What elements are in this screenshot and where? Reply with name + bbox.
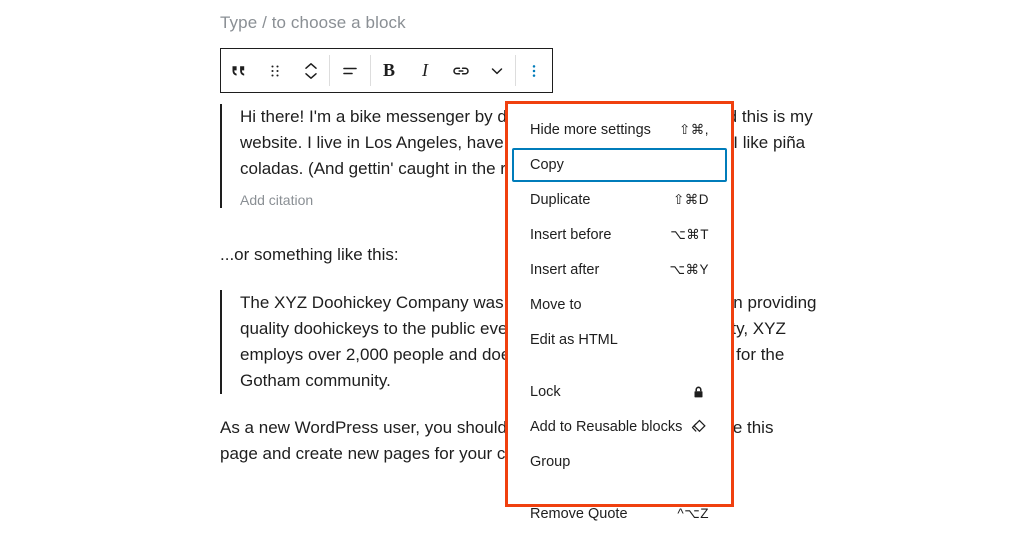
menu-item-duplicate[interactable]: Duplicate ⇧⌘D <box>512 183 727 217</box>
menu-item-label: Copy <box>530 157 564 173</box>
toolbar-group-options <box>516 49 552 92</box>
block-toolbar: B I <box>220 48 553 93</box>
menu-item-insert-before[interactable]: Insert before ⌥⌘T <box>512 218 727 252</box>
menu-item-label: Hide more settings <box>530 122 651 138</box>
menu-item-move-to[interactable]: Move to <box>512 288 727 322</box>
bold-icon[interactable]: B <box>371 49 407 92</box>
menu-item-copy[interactable]: Copy <box>512 148 727 182</box>
menu-section-3: Remove Quote ^⌥Z <box>508 492 731 536</box>
toolbar-group-format: B I <box>371 49 515 92</box>
menu-item-label: Edit as HTML <box>530 332 618 348</box>
block-placeholder[interactable]: Type / to choose a block <box>220 0 820 34</box>
menu-item-shortcut: ⌥⌘Y <box>669 262 709 277</box>
link-icon[interactable] <box>443 49 479 92</box>
menu-item-shortcut: ⌥⌘T <box>670 227 709 242</box>
toolbar-group-align <box>330 49 370 92</box>
menu-item-label: Remove Quote <box>530 506 628 522</box>
block-options-menu: Hide more settings ⇧⌘, Copy Duplicate ⇧⌘… <box>508 104 731 522</box>
italic-icon[interactable]: I <box>407 49 443 92</box>
three-dots-vertical-icon[interactable] <box>516 49 552 92</box>
lock-icon <box>687 384 709 401</box>
chevron-up-down-icon[interactable] <box>293 49 329 92</box>
menu-item-group[interactable]: Group <box>512 445 727 479</box>
drag-handle-icon[interactable] <box>257 49 293 92</box>
editor-canvas: Type / to choose a block B I Hi there! I… <box>0 0 1024 524</box>
quote-icon[interactable] <box>221 49 257 92</box>
reusable-block-icon <box>687 418 709 437</box>
menu-item-shortcut: ⇧⌘, <box>678 122 709 137</box>
menu-item-label: Move to <box>530 297 582 313</box>
menu-section-2: Lock Add to Reusable blocks Group <box>508 370 731 484</box>
menu-section-1: Hide more settings ⇧⌘, Copy Duplicate ⇧⌘… <box>508 108 731 362</box>
menu-item-label: Duplicate <box>530 192 591 208</box>
menu-item-lock[interactable]: Lock <box>512 375 727 409</box>
menu-item-label: Group <box>530 454 571 470</box>
editor-column: Type / to choose a block <box>220 0 820 34</box>
menu-item-shortcut: ^⌥Z <box>677 506 709 521</box>
menu-item-remove-quote[interactable]: Remove Quote ^⌥Z <box>512 497 727 531</box>
menu-item-label: Insert before <box>530 227 612 243</box>
menu-item-add-to-reusable-blocks[interactable]: Add to Reusable blocks <box>512 410 727 444</box>
menu-item-edit-as-html[interactable]: Edit as HTML <box>512 323 727 357</box>
align-icon[interactable] <box>330 49 370 92</box>
menu-item-hide-more-settings[interactable]: Hide more settings ⇧⌘, <box>512 113 727 147</box>
menu-item-insert-after[interactable]: Insert after ⌥⌘Y <box>512 253 727 287</box>
menu-item-label: Lock <box>530 384 561 400</box>
toolbar-group-block <box>221 49 329 92</box>
menu-item-shortcut: ⇧⌘D <box>672 192 709 207</box>
menu-item-label: Insert after <box>530 262 600 278</box>
menu-item-label: Add to Reusable blocks <box>530 419 683 435</box>
block-options-menu-highlight: Hide more settings ⇧⌘, Copy Duplicate ⇧⌘… <box>505 101 734 522</box>
chevron-down-icon[interactable] <box>479 49 515 92</box>
